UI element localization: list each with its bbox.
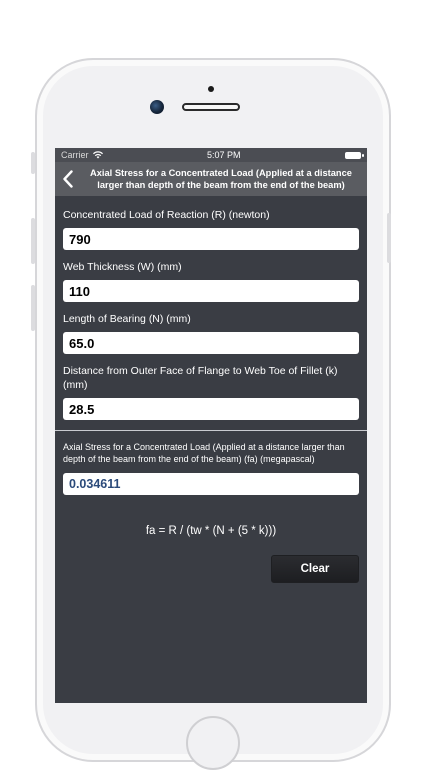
bearing-length-input[interactable]: 65.0 bbox=[63, 332, 359, 354]
fillet-distance-input[interactable]: 28.5 bbox=[63, 398, 359, 420]
section-divider bbox=[55, 430, 367, 431]
result-label: Axial Stress for a Concentrated Load (Ap… bbox=[63, 442, 345, 464]
status-bar: Carrier 5:07 PM bbox=[55, 148, 367, 162]
result-field[interactable]: 0.034611 bbox=[63, 473, 359, 495]
clear-row: Clear bbox=[63, 555, 359, 583]
chevron-left-icon bbox=[63, 170, 73, 188]
web-thickness-label: Web Thickness (W) (mm) bbox=[63, 261, 182, 273]
mute-switch bbox=[31, 152, 35, 174]
reaction-load-label: Concentrated Load of Reaction (R) (newto… bbox=[63, 209, 270, 221]
fillet-distance-label: Distance from Outer Face of Flange to We… bbox=[63, 365, 338, 391]
volume-down-button bbox=[31, 285, 35, 331]
power-button bbox=[387, 213, 391, 263]
wifi-icon bbox=[92, 151, 103, 159]
earpiece-speaker bbox=[182, 103, 240, 111]
battery-icon bbox=[344, 151, 364, 159]
home-button[interactable] bbox=[186, 716, 240, 770]
form-content: Concentrated Load of Reaction (R) (newto… bbox=[55, 196, 367, 583]
volume-up-button bbox=[31, 218, 35, 264]
reaction-load-input[interactable]: 790 bbox=[63, 228, 359, 250]
formula-text: fa = R / (tw * (N + (5 * k))) bbox=[145, 525, 277, 537]
proximity-sensor bbox=[208, 86, 214, 92]
navigation-bar: Axial Stress for a Concentrated Load (Ap… bbox=[55, 162, 367, 196]
page-title: Axial Stress for a Concentrated Load (Ap… bbox=[90, 168, 352, 190]
front-camera bbox=[150, 100, 164, 114]
clear-button[interactable]: Clear bbox=[271, 555, 359, 583]
bearing-length-label: Length of Bearing (N) (mm) bbox=[63, 313, 191, 325]
web-thickness-input[interactable]: 110 bbox=[63, 280, 359, 302]
app-screen: Carrier 5:07 PM Axial Stress for a Conce… bbox=[55, 148, 367, 703]
carrier-group: Carrier bbox=[61, 150, 103, 160]
carrier-label: Carrier bbox=[61, 150, 89, 160]
back-button[interactable] bbox=[55, 162, 81, 196]
status-time: 5:07 PM bbox=[206, 150, 241, 160]
